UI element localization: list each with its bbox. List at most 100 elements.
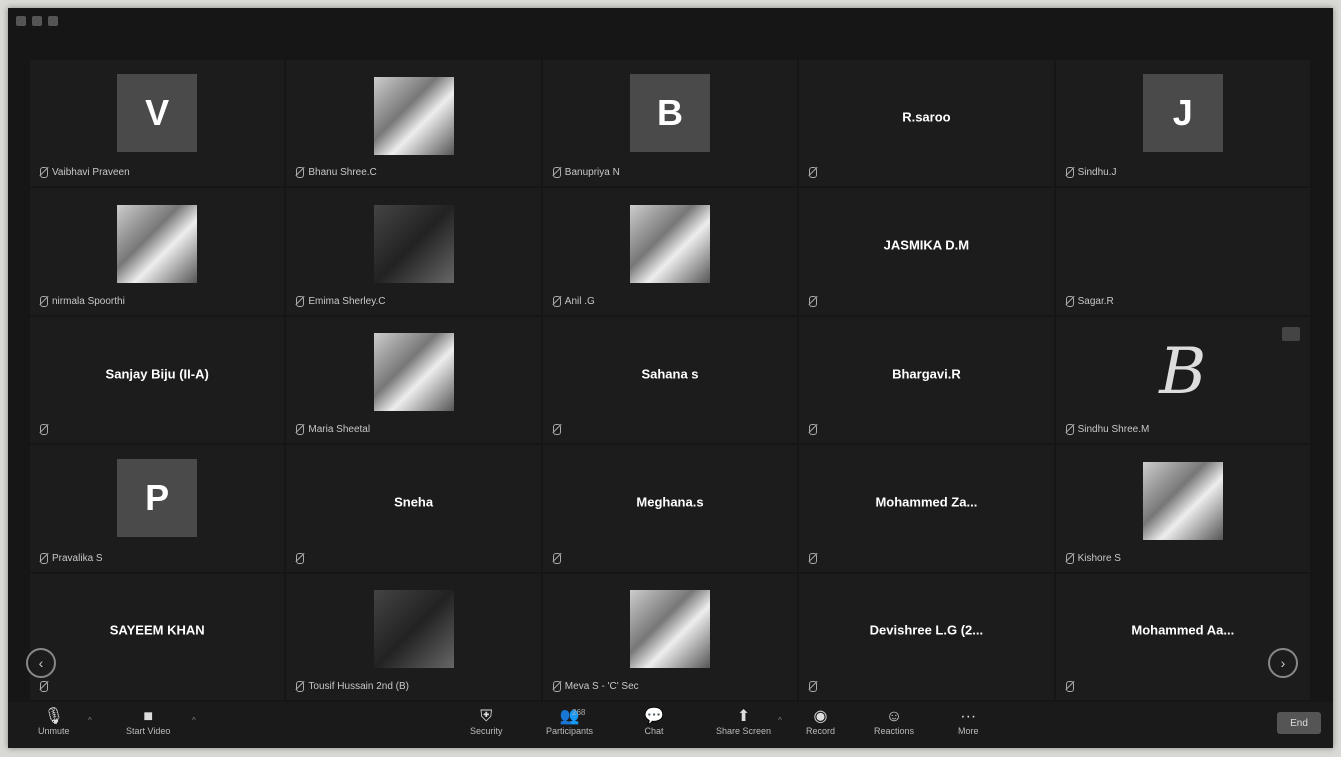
participant-name: Bhanu Shree.C xyxy=(308,167,377,179)
participant-display-name: Sahana s xyxy=(641,366,699,382)
avatar-initial: B xyxy=(629,74,710,153)
reactions-label: Reactions xyxy=(874,726,915,736)
meeting-window: V Vaibhavi Praveen Bhanu Shree.C B Banupriya… xyxy=(8,8,1333,748)
participant-tile[interactable]: Emima Sherley.C xyxy=(286,188,541,315)
participant-nameplate: Sindhu.J xyxy=(1065,167,1117,179)
participant-tile[interactable]: Meva S - 'C' Sec xyxy=(542,573,798,700)
window-icon-3[interactable] xyxy=(48,16,58,26)
participant-tile[interactable]: P Pravalika S xyxy=(30,445,285,572)
participant-tile[interactable]: Devishree L.G (2... xyxy=(799,573,1054,700)
unmute-button[interactable]: 🎙 Unmute xyxy=(38,708,70,736)
mic-muted-icon xyxy=(552,552,561,564)
window-icon-1[interactable] xyxy=(16,16,26,26)
participant-tile[interactable]: Anil .G xyxy=(542,188,798,315)
participant-nameplate xyxy=(809,681,821,692)
mic-muted-icon xyxy=(552,295,561,307)
microphone-muted-icon: 🎙 xyxy=(43,708,64,725)
profile-picture xyxy=(629,590,710,669)
profile-picture xyxy=(1142,461,1223,540)
next-page-button[interactable]: › xyxy=(1268,648,1298,678)
profile-picture xyxy=(373,205,454,283)
mic-muted-icon xyxy=(809,681,818,692)
reactions-button[interactable]: ☺ Reactions xyxy=(874,708,914,736)
shield-icon: ⛨ xyxy=(480,708,493,725)
avatar-initial: J xyxy=(1142,74,1223,153)
participant-tile[interactable]: V Vaibhavi Praveen xyxy=(30,60,285,187)
participant-tile[interactable]: SAYEEM KHAN xyxy=(30,573,285,700)
chat-bubble-icon: 💬 xyxy=(644,708,664,725)
participant-tile[interactable]: J Sindhu.J xyxy=(1055,60,1310,187)
video-options-caret-icon[interactable]: ^ xyxy=(192,716,196,725)
participant-display-name: SAYEEM KHAN xyxy=(109,622,205,638)
participant-name: Meva S - 'C' Sec xyxy=(564,681,639,692)
participant-nameplate: Bhanu Shree.C xyxy=(296,167,377,179)
participant-nameplate: Vaibhavi Praveen xyxy=(40,167,130,179)
participants-button[interactable]: 👥 268 Participants xyxy=(546,708,593,736)
mic-muted-icon xyxy=(1065,295,1074,307)
record-label: Record xyxy=(806,726,836,736)
meeting-toolbar: 🎙 Unmute ^ ■ Start Video ^ ⛨ Security 👥 … xyxy=(8,702,1333,748)
security-label: Security xyxy=(470,726,503,736)
mic-muted-icon xyxy=(1065,424,1074,436)
participant-tile[interactable]: Mohammed Aa... xyxy=(1055,573,1310,700)
participant-tile[interactable]: Maria Sheetal xyxy=(286,316,541,444)
mic-muted-icon xyxy=(552,681,561,692)
participant-tile[interactable]: Sagar.R xyxy=(1055,188,1310,315)
participant-name: Sagar.R xyxy=(1077,295,1114,307)
tile-options-icon[interactable] xyxy=(1281,326,1300,341)
participant-name: Banupriya N xyxy=(564,167,620,179)
security-button[interactable]: ⛨ Security xyxy=(470,708,503,736)
participant-tile[interactable]: Tousif Hussain 2nd (B) xyxy=(286,573,541,700)
participant-display-name: Meghana.s xyxy=(636,494,704,510)
mic-muted-icon xyxy=(1065,552,1074,564)
participant-nameplate: nirmala Spoorthi xyxy=(40,295,125,307)
unmute-label: Unmute xyxy=(38,726,70,736)
mic-muted-icon xyxy=(1065,681,1074,692)
participant-nameplate: Anil .G xyxy=(552,295,595,307)
mic-muted-icon xyxy=(1065,167,1074,179)
prev-page-button[interactable]: ‹ xyxy=(26,648,56,678)
window-icon-2[interactable] xyxy=(32,16,42,26)
participant-name: Vaibhavi Praveen xyxy=(52,167,130,179)
chevron-left-icon: ‹ xyxy=(38,655,44,671)
more-dots-icon: ··· xyxy=(960,708,977,725)
participant-tile[interactable]: B Banupriya N xyxy=(542,60,798,187)
mic-muted-icon xyxy=(296,295,305,307)
participant-display-name: Mohammed Aa... xyxy=(1131,622,1235,638)
start-video-button[interactable]: ■ Start Video xyxy=(126,708,170,736)
participant-tile[interactable]: R.saroo xyxy=(799,60,1054,187)
mic-muted-icon xyxy=(40,167,48,179)
participant-nameplate: Sindhu Shree.M xyxy=(1065,424,1149,436)
more-button[interactable]: ··· More xyxy=(958,708,979,736)
participant-nameplate: Tousif Hussain 2nd (B) xyxy=(296,681,409,692)
mic-muted-icon xyxy=(40,424,48,436)
participant-nameplate xyxy=(40,424,52,436)
mic-muted-icon xyxy=(809,167,818,179)
participant-tile[interactable]: B Sindhu Shree.M xyxy=(1055,316,1310,444)
avatar-initial: V xyxy=(117,74,198,153)
participant-tile[interactable]: Mohammed Za... xyxy=(799,445,1054,572)
more-label: More xyxy=(958,726,979,736)
participant-tile[interactable]: Kishore S xyxy=(1055,445,1310,572)
participant-tile[interactable]: Meghana.s xyxy=(542,445,798,572)
participant-tile[interactable]: JASMIKA D.M xyxy=(799,188,1054,315)
record-button[interactable]: ◉ Record xyxy=(806,708,835,736)
participant-tile[interactable]: Sanjay Biju (II-A) xyxy=(30,316,285,444)
participant-tile[interactable]: Sneha xyxy=(286,445,541,572)
chat-button[interactable]: 💬 Chat xyxy=(644,708,664,736)
participant-tile[interactable]: Bhargavi.R xyxy=(799,316,1054,444)
participant-nameplate: Emima Sherley.C xyxy=(296,295,385,307)
participant-tile[interactable]: Sahana s xyxy=(542,316,798,444)
share-options-caret-icon[interactable]: ^ xyxy=(778,716,782,725)
share-screen-button[interactable]: ⬆ Share Screen xyxy=(716,708,771,736)
participant-nameplate: Kishore S xyxy=(1065,552,1121,564)
mic-muted-icon xyxy=(296,681,305,692)
participant-tile[interactable]: Bhanu Shree.C xyxy=(286,60,541,187)
audio-options-caret-icon[interactable]: ^ xyxy=(88,716,92,725)
participant-display-name: Mohammed Za... xyxy=(875,494,978,510)
end-meeting-button[interactable]: End xyxy=(1277,712,1321,734)
profile-picture xyxy=(373,590,454,669)
participant-grid: V Vaibhavi Praveen Bhanu Shree.C B Banupriya… xyxy=(30,60,1310,700)
participant-name: Tousif Hussain 2nd (B) xyxy=(308,681,409,692)
participant-tile[interactable]: nirmala Spoorthi xyxy=(30,188,285,315)
